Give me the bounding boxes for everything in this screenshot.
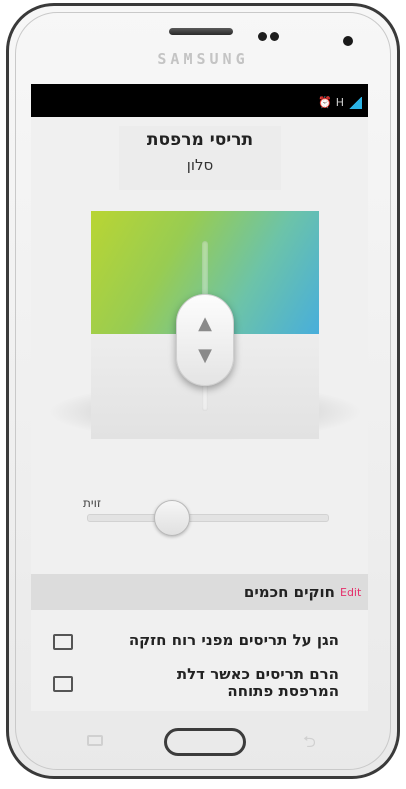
rule-label: הרם תריסים כאשר דלת המרפסת פתוחה — [176, 665, 339, 700]
shade-position-handle[interactable]: ▲ ▼ — [176, 294, 234, 386]
angle-label: זוית — [83, 496, 101, 510]
angle-slider-track[interactable] — [87, 514, 329, 522]
sensor-dot — [270, 32, 279, 41]
front-camera — [343, 36, 353, 46]
room-label: סלון — [186, 156, 214, 174]
shade-visual: ▲ ▼ — [47, 211, 363, 441]
network-type-icon: H — [335, 96, 344, 109]
arrow-up-icon[interactable]: ▲ — [177, 315, 233, 333]
angle-slider-thumb[interactable] — [154, 500, 190, 536]
home-button[interactable] — [164, 728, 246, 756]
rule-item[interactable]: הגן על תריסים מפני רוח חזקה — [31, 622, 368, 662]
alarm-icon: ⏰ — [318, 96, 332, 109]
sensor-dot — [258, 32, 267, 41]
rule-label: הגן על תריסים מפני רוח חזקה — [128, 631, 339, 649]
recent-apps-icon[interactable] — [87, 735, 103, 746]
rule-item[interactable]: הרם תריסים כאשר דלת המרפסת פתוחה — [31, 662, 368, 706]
window-icon — [53, 634, 73, 650]
app-screen: ⏰ H תריסי מרפסת סלון ▲ ▼ זוית חוקים חכמי… — [31, 84, 368, 711]
speaker-grille — [169, 28, 233, 35]
edit-rules-button[interactable]: Edit — [340, 586, 361, 599]
back-icon[interactable]: ⮌ — [303, 731, 316, 758]
door-icon — [53, 676, 73, 692]
signal-icon — [348, 96, 362, 109]
status-bar: ⏰ H — [31, 84, 368, 117]
arrow-down-icon[interactable]: ▼ — [177, 347, 233, 365]
page-title: תריסי מרפסת — [146, 130, 254, 150]
smart-rules-title: חוקים חכמים — [243, 583, 335, 601]
brand-logo: SAMSUNG — [157, 50, 249, 68]
